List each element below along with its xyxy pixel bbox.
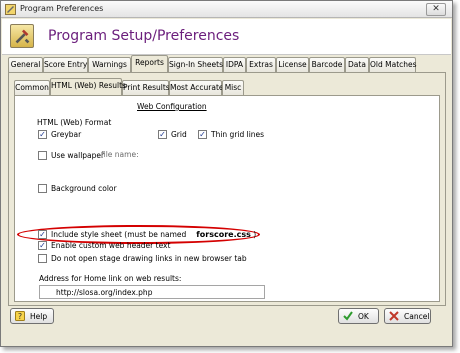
tab-idpa[interactable]: IDPA — [223, 57, 246, 72]
checkbox-label: Background color — [51, 183, 117, 193]
style-sheet-label: Include style sheet (must be named — [51, 229, 187, 239]
main-tab-row: General Score Entry Warnings Reports Sig… — [8, 55, 446, 72]
tab-label: Print Results — [123, 83, 170, 92]
check-icon: ✓ — [38, 240, 47, 250]
checkbox-label: Include style sheet (must be named forsco… — [51, 230, 256, 239]
check-icon: ✓ — [198, 129, 207, 139]
style-sheet-name: forscore.css — [196, 229, 251, 239]
use-wallpaper-checkbox[interactable]: Use wallpaper — [38, 150, 104, 160]
tab-label: License — [278, 60, 307, 69]
checkbox-label: Grid — [171, 129, 187, 139]
style-sheet-close: ) — [253, 229, 257, 239]
html-results-panel: Web Configuration HTML (Web) Format ✓ Gr… — [14, 95, 440, 302]
tab-warnings[interactable]: Warnings — [88, 57, 131, 72]
tab-label: HTML (Web) Results — [51, 81, 126, 90]
title-bar: Program Preferences ✕ — [1, 1, 452, 18]
tab-data[interactable]: Data — [345, 57, 369, 72]
tab-label: Reports — [135, 58, 164, 67]
tab-reports[interactable]: Reports — [131, 55, 168, 72]
checkbox-label: Enable custom web header text — [51, 240, 171, 250]
tab-html-web-results[interactable]: HTML (Web) Results — [50, 78, 126, 95]
tab-score-entry[interactable]: Score Entry — [43, 57, 88, 72]
tab-label: Common — [15, 83, 49, 92]
background-color-checkbox[interactable]: Background color — [38, 183, 117, 193]
tab-license[interactable]: License — [276, 57, 309, 72]
tab-label: Most Accurate — [170, 83, 224, 92]
header: Program Setup/Preferences — [2, 19, 451, 55]
checkbox-box — [38, 183, 47, 193]
sub-tab-row: Common HTML (Web) Results Print Results … — [14, 78, 314, 95]
help-icon: ? — [15, 311, 25, 321]
greybar-checkbox[interactable]: ✓ Greybar — [38, 129, 81, 139]
tab-common[interactable]: Common — [14, 80, 50, 95]
checkbox-box — [38, 150, 47, 160]
check-icon: ✓ — [158, 129, 167, 139]
home-link-address-input[interactable] — [39, 285, 265, 299]
app-icon — [5, 4, 16, 15]
program-preferences-window: Program Preferences ✕ Program Setup/Pref… — [0, 0, 453, 347]
include-style-sheet-checkbox[interactable]: ✓ Include style sheet (must be named fors… — [38, 229, 256, 239]
tab-label: Score Entry — [44, 60, 88, 69]
tab-label: Old Matches — [370, 60, 417, 69]
checkbox-label: Use wallpaper — [51, 150, 105, 160]
thin-grid-lines-checkbox[interactable]: ✓ Thin grid lines — [198, 129, 264, 139]
tab-label: Sign-In Sheets — [169, 60, 224, 69]
tab-misc[interactable]: Misc — [222, 80, 244, 95]
tools-icon — [10, 24, 34, 48]
cancel-x-icon — [389, 311, 399, 321]
page-title: Program Setup/Preferences — [48, 28, 240, 44]
tab-sign-in-sheets[interactable]: Sign-In Sheets — [168, 57, 223, 72]
checkbox-label: Do not open stage drawing links in new b… — [51, 253, 247, 263]
tab-label: Barcode — [311, 60, 343, 69]
tab-old-matches[interactable]: Old Matches — [369, 57, 417, 72]
tab-print-results[interactable]: Print Results — [122, 80, 170, 95]
tab-most-accurate[interactable]: Most Accurate — [169, 80, 224, 95]
check-icon: ✓ — [38, 229, 47, 239]
tab-label: General — [10, 60, 41, 69]
ok-button[interactable]: OK — [338, 308, 379, 324]
checkbox-label: Greybar — [51, 129, 82, 139]
button-label: OK — [358, 311, 369, 321]
tab-barcode[interactable]: Barcode — [309, 57, 345, 72]
tab-label: IDPA — [225, 60, 244, 69]
grid-checkbox[interactable]: ✓ Grid — [158, 129, 187, 139]
web-configuration-title: Web Configuration — [137, 102, 207, 111]
enable-custom-header-checkbox[interactable]: ✓ Enable custom web header text — [38, 240, 170, 250]
button-label: Cancel — [404, 311, 430, 321]
close-button[interactable]: ✕ — [426, 3, 446, 16]
tab-label: Warnings — [92, 60, 127, 69]
check-icon: ✓ — [38, 129, 47, 139]
file-name-label: file name: — [101, 150, 139, 159]
cancel-button[interactable]: Cancel — [384, 308, 431, 324]
tab-label: Data — [348, 60, 366, 69]
checkmark-icon — [343, 311, 353, 321]
button-label: Help — [30, 311, 48, 321]
tab-extras[interactable]: Extras — [246, 57, 276, 72]
checkbox-box — [38, 253, 47, 263]
reports-panel: Common HTML (Web) Results Print Results … — [8, 72, 446, 306]
html-format-label: HTML (Web) Format — [37, 118, 112, 127]
home-link-address-label: Address for Home link on web results: — [39, 274, 182, 283]
window-title: Program Preferences — [20, 4, 104, 13]
tab-label: Misc — [224, 83, 242, 92]
tab-general[interactable]: General — [8, 57, 43, 72]
svg-text:?: ? — [18, 312, 22, 321]
checkbox-label: Thin grid lines — [211, 129, 265, 139]
no-new-tab-checkbox[interactable]: Do not open stage drawing links in new b… — [38, 253, 247, 263]
tab-label: Extras — [249, 60, 273, 69]
help-button[interactable]: ? Help — [10, 308, 54, 324]
